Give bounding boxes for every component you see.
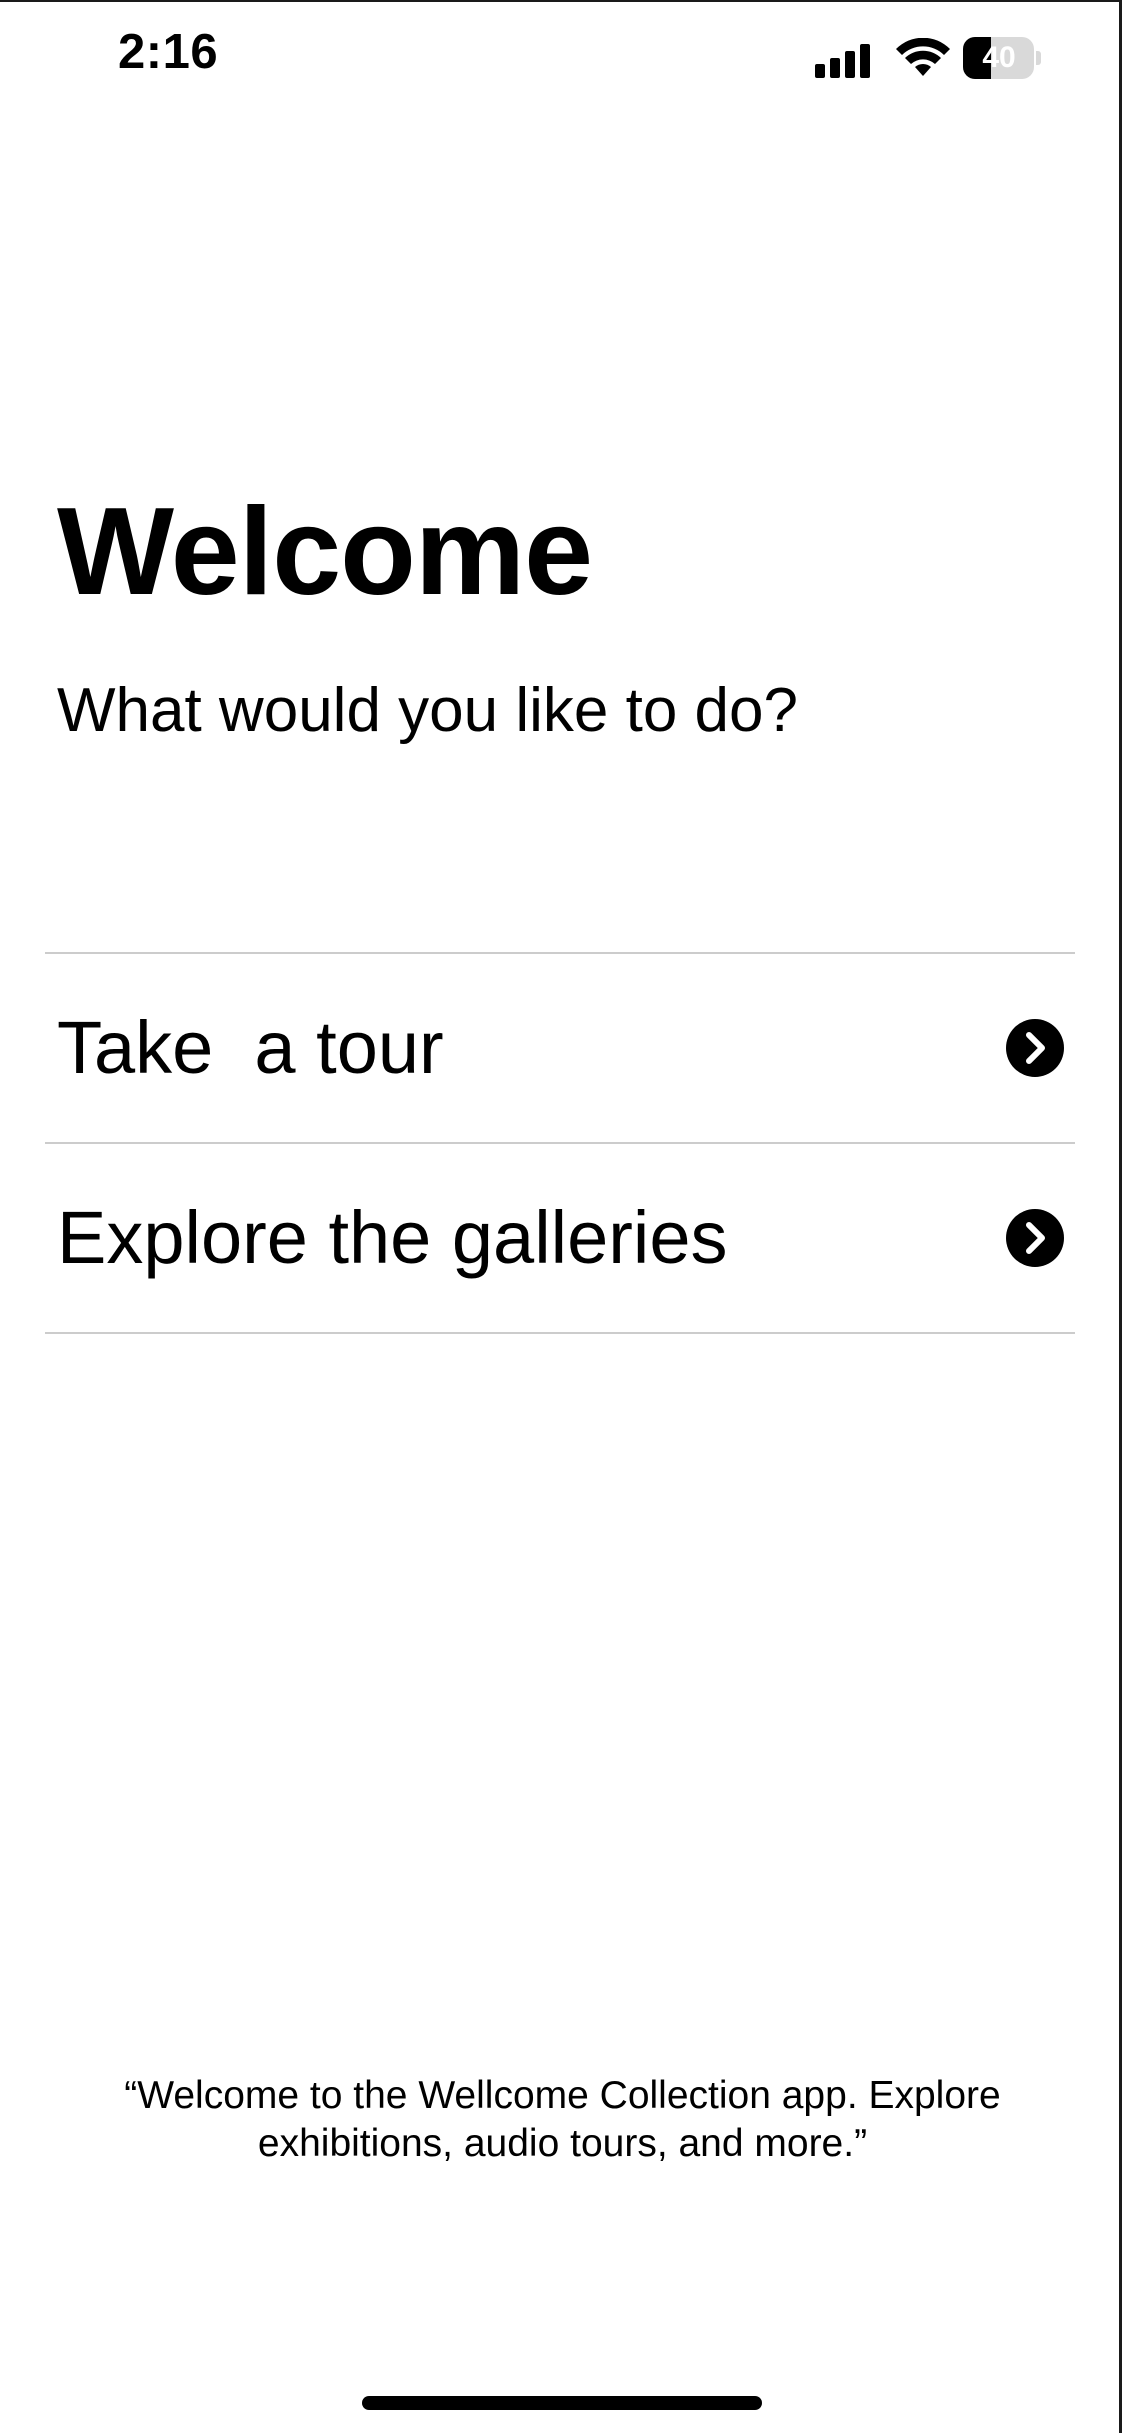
menu-list: Take a tour Explore the galleries: [45, 952, 1075, 1334]
battery-body: 40: [963, 37, 1035, 79]
battery-icon: 40: [963, 37, 1041, 79]
chevron-right-circle-icon: [1006, 1209, 1064, 1267]
wifi-icon: [896, 38, 950, 76]
menu-item-take-a-tour[interactable]: Take a tour: [45, 954, 1075, 1144]
menu-item-explore-the-galleries[interactable]: Explore the galleries: [45, 1144, 1075, 1334]
status-icons: 40: [815, 34, 1041, 82]
page-subtitle: What would you like to do?: [57, 676, 798, 745]
page-title: Welcome: [57, 483, 593, 621]
menu-item-label: Explore the galleries: [57, 1196, 728, 1279]
home-indicator[interactable]: [362, 2396, 762, 2410]
battery-cap: [1036, 51, 1041, 65]
footer-quote: “Welcome to the Wellcome Collection app.…: [124, 2074, 1001, 2165]
battery-level: 40: [982, 41, 1016, 74]
status-time: 2:16: [118, 25, 219, 79]
chevron-right-circle-icon: [1006, 1019, 1064, 1077]
menu-item-label: Take a tour: [57, 1006, 444, 1089]
status-bar: 2:16 40: [0, 0, 1125, 100]
cellular-signal-icon: [815, 38, 875, 78]
